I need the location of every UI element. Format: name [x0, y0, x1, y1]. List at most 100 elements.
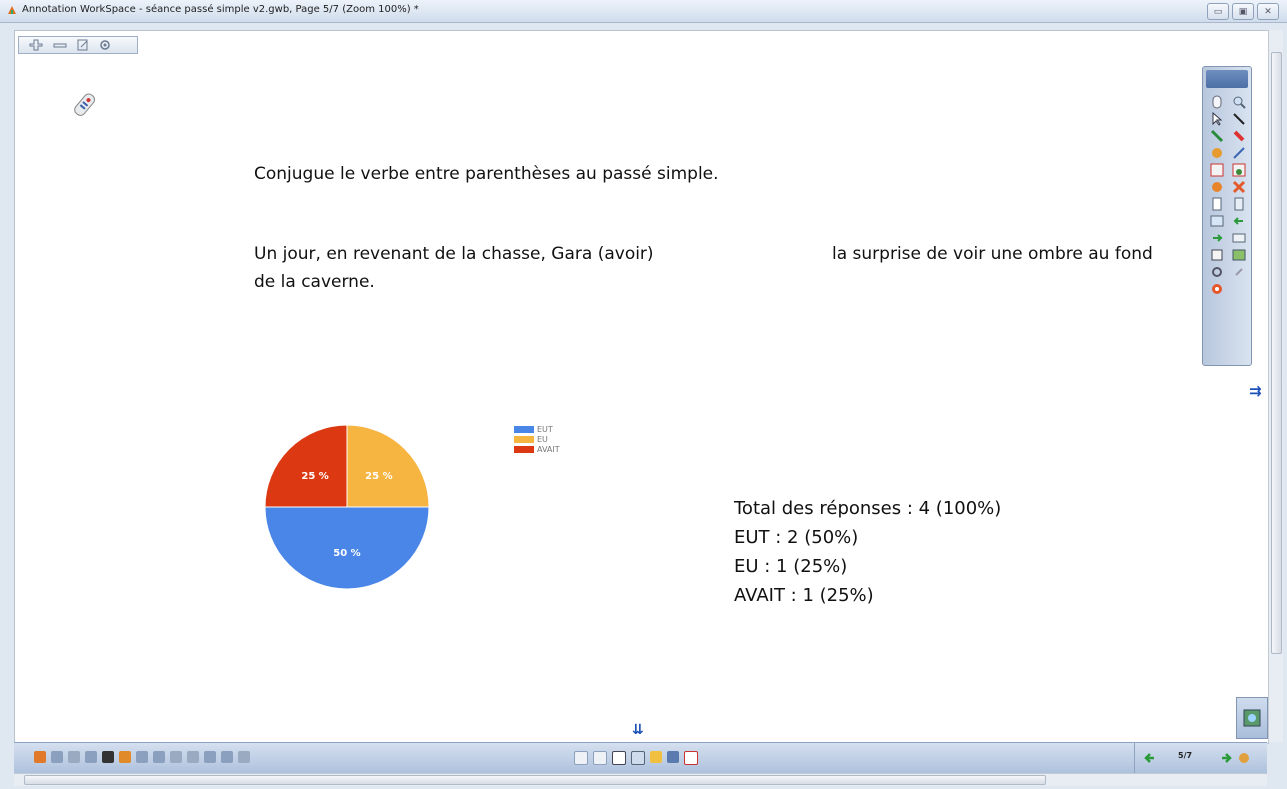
save-icon[interactable] [1209, 248, 1225, 262]
group-icon[interactable] [136, 751, 148, 763]
pie-label-eu: 25 % [365, 471, 392, 482]
bring-front-icon[interactable] [204, 751, 216, 763]
screen-capture-icon[interactable] [1231, 248, 1247, 262]
save-file-icon[interactable] [51, 751, 63, 763]
paint-icon[interactable] [1209, 180, 1225, 194]
shapes-icon[interactable] [1209, 146, 1225, 160]
vertical-scroll-thumb[interactable] [1271, 52, 1282, 654]
screen-page-icon[interactable] [631, 751, 645, 765]
results-pie-chart: 50 % 25 % 25 % [264, 424, 430, 590]
title-bar: Annotation WorkSpace - séance passé simp… [0, 0, 1287, 23]
pointer-icon[interactable] [1231, 112, 1247, 126]
pie-label-eut: 50 % [333, 548, 360, 559]
zoom-icon[interactable] [1231, 95, 1247, 109]
sentence-part-2: la surprise de voir une ombre au fond [832, 244, 1153, 264]
pie-slice-avait [264, 424, 348, 508]
pie-slice-eu [346, 424, 430, 508]
cut-icon[interactable] [68, 751, 80, 763]
stats-eu: EU : 1 (25%) [734, 556, 848, 577]
maximize-button[interactable]: ▣ [1232, 3, 1254, 20]
color-page-icon[interactable] [650, 751, 662, 763]
align-icon[interactable] [238, 751, 250, 763]
fill-icon[interactable] [1231, 163, 1247, 177]
presentation-icon [1243, 709, 1261, 727]
undo-icon[interactable] [1231, 214, 1247, 228]
copy-icon[interactable] [85, 751, 97, 763]
close-button[interactable]: ✕ [1257, 3, 1279, 20]
stats-avait: AVAIT : 1 (25%) [734, 585, 874, 606]
redo-icon[interactable] [1209, 231, 1225, 245]
settings-page-icon[interactable] [99, 39, 111, 51]
paste-icon[interactable] [102, 751, 114, 763]
open-file-icon[interactable] [34, 751, 46, 763]
send-back-icon[interactable] [221, 751, 233, 763]
next-page-icon[interactable] [1219, 751, 1233, 765]
prev-page-icon[interactable] [1143, 751, 1157, 765]
pen-icon[interactable] [1209, 129, 1225, 143]
window-title: Annotation WorkSpace - séance passé simp… [22, 4, 419, 15]
text-icon[interactable] [1209, 163, 1225, 177]
page-icon[interactable] [1209, 197, 1225, 211]
stats-eut: EUT : 2 (50%) [734, 527, 859, 548]
grid-page-icon[interactable] [612, 751, 626, 765]
horizontal-scrollbar[interactable] [14, 773, 1267, 786]
half-page-icon[interactable] [667, 751, 679, 763]
image-icon[interactable] [1209, 214, 1225, 228]
copy-page-icon[interactable] [1231, 197, 1247, 211]
record-icon[interactable] [684, 751, 698, 765]
page-navigation [1134, 743, 1268, 773]
lock-icon[interactable] [170, 751, 182, 763]
page-indicator: 5/7 [1178, 751, 1193, 760]
tools-panel-header[interactable] [1206, 70, 1248, 88]
toggle-panel-icon[interactable]: ⇉ [1249, 382, 1262, 400]
vertical-scrollbar[interactable] [1268, 30, 1283, 742]
eraser-icon[interactable] [1231, 180, 1247, 194]
legend-item-avait: AVAIT [514, 444, 560, 454]
attach-icon[interactable] [1231, 265, 1247, 279]
window-controls: ▭ ▣ ✕ [1207, 3, 1279, 20]
response-stats: Total des réponses : 4 (100%) EUT : 2 (5… [734, 494, 1001, 610]
keyboard-icon[interactable] [1231, 231, 1247, 245]
whiteboard-canvas[interactable] [14, 30, 1269, 744]
presentation-mode-button[interactable] [1236, 697, 1268, 739]
highlighter-icon[interactable] [1231, 129, 1247, 143]
chart-legend: EUT EU AVAIT [514, 424, 560, 454]
legend-swatch-eu [514, 435, 534, 443]
instruction-text: Conjugue le verbe entre parenthèses au p… [254, 164, 719, 184]
exit-icon[interactable] [1209, 282, 1225, 296]
clone-icon[interactable] [119, 751, 131, 763]
line-icon[interactable] [1231, 146, 1247, 160]
scroll-down-icon[interactable]: ⇊ [632, 722, 644, 738]
ungroup-icon[interactable] [153, 751, 165, 763]
sentence-part-1: Un jour, en revenant de la chasse, Gara … [254, 244, 654, 264]
horizontal-scroll-thumb[interactable] [24, 775, 1046, 785]
legend-swatch-avait [514, 445, 534, 453]
remote-icon[interactable] [68, 90, 102, 120]
bottom-tools-left [34, 751, 250, 763]
legend-label-avait: AVAIT [537, 444, 560, 454]
legend-label-eut: EUT [537, 424, 553, 434]
floating-tools-panel [1202, 66, 1252, 366]
blank-page-icon[interactable] [574, 751, 588, 765]
select-icon[interactable] [1209, 112, 1225, 126]
page-sorter-icon[interactable] [1237, 751, 1251, 765]
mouse-icon[interactable] [1209, 95, 1225, 109]
add-page-icon[interactable] [29, 39, 43, 51]
page-mini-toolbar [18, 36, 138, 54]
lined-page-icon[interactable] [593, 751, 607, 765]
bottom-tools-center [574, 751, 698, 765]
edit-page-icon[interactable] [77, 39, 89, 51]
app-icon [8, 6, 16, 14]
pie-label-avait: 25 % [301, 471, 328, 482]
legend-label-eu: EU [537, 434, 548, 444]
unlock-icon[interactable] [187, 751, 199, 763]
legend-swatch-eut [514, 425, 534, 433]
stats-total: Total des réponses : 4 (100%) [734, 498, 1002, 519]
legend-item-eu: EU [514, 434, 560, 444]
legend-item-eut: EUT [514, 424, 560, 434]
minimize-button[interactable]: ▭ [1207, 3, 1229, 20]
bottom-toolbar [14, 742, 1267, 773]
link-icon[interactable] [1209, 265, 1225, 279]
sentence-part-3: de la caverne. [254, 272, 375, 292]
remove-page-icon[interactable] [53, 39, 67, 51]
